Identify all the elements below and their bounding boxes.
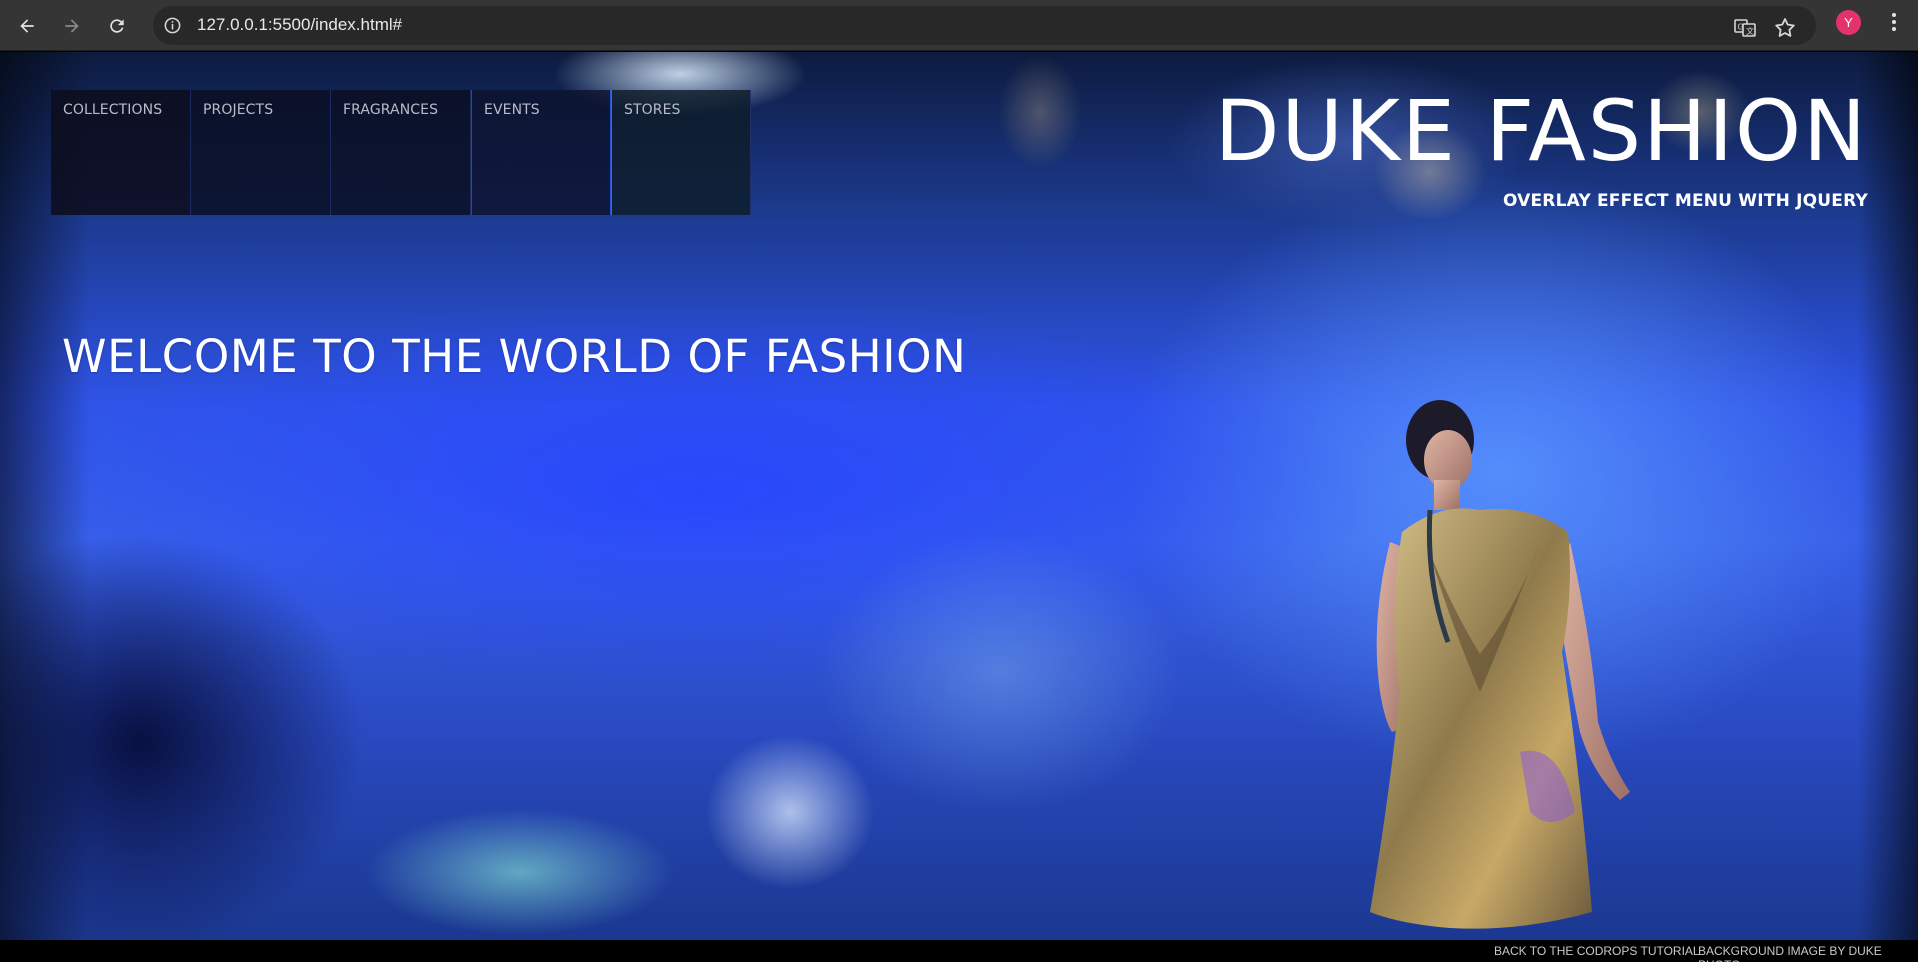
browser-toolbar: 127.0.0.1:5500/index.html# G 文 Y [0, 0, 1918, 51]
reload-button[interactable] [101, 10, 133, 42]
overlay-menu: COLLECTIONS PROJECTS FRAGRANCES EVENTS S… [51, 90, 751, 215]
menu-dots-icon[interactable] [1882, 10, 1906, 34]
menu-item-collections[interactable]: COLLECTIONS [51, 90, 191, 215]
brand-title: DUKE FASHION [1214, 82, 1868, 180]
background-credit-link[interactable]: BACKGROUND IMAGE BY DUKE PHOTO [1698, 944, 1918, 962]
menu-item-projects[interactable]: PROJECTS [191, 90, 331, 215]
forward-icon [65, 19, 79, 33]
bookmark-star-icon[interactable] [1773, 16, 1797, 40]
page-viewport: COLLECTIONS PROJECTS FRAGRANCES EVENTS S… [0, 52, 1918, 940]
forward-button[interactable] [56, 10, 88, 42]
brand-subtitle: OVERLAY EFFECT MENU WITH JQUERY [1502, 191, 1868, 211]
welcome-heading: WELCOME TO THE WORLD OF FASHION [62, 330, 967, 383]
translate-icon[interactable]: G 文 [1733, 16, 1757, 40]
address-bar[interactable]: 127.0.0.1:5500/index.html# G 文 [153, 6, 1816, 45]
back-icon [20, 19, 34, 33]
codrops-tutorial-link[interactable]: BACK TO THE CODROPS TUTORIAL [1494, 944, 1700, 958]
menu-item-fragrances[interactable]: FRAGRANCES [331, 90, 471, 215]
menu-item-stores[interactable]: STORES [611, 90, 751, 215]
url-text[interactable]: 127.0.0.1:5500/index.html# [197, 15, 402, 35]
svg-text:文: 文 [1746, 26, 1754, 36]
brand-header: DUKE FASHION OVERLAY EFFECT MENU WITH JQ… [1215, 89, 1868, 211]
site-info-icon[interactable] [163, 16, 182, 35]
page-footer: BACK TO THE CODROPS TUTORIAL BACKGROUND … [0, 940, 1918, 962]
profile-avatar[interactable]: Y [1836, 10, 1861, 35]
fashion-model-image [1370, 400, 1630, 929]
svg-text:G: G [1738, 23, 1744, 32]
menu-item-events[interactable]: EVENTS [471, 90, 611, 215]
back-button[interactable] [11, 10, 43, 42]
reload-icon [110, 19, 124, 33]
